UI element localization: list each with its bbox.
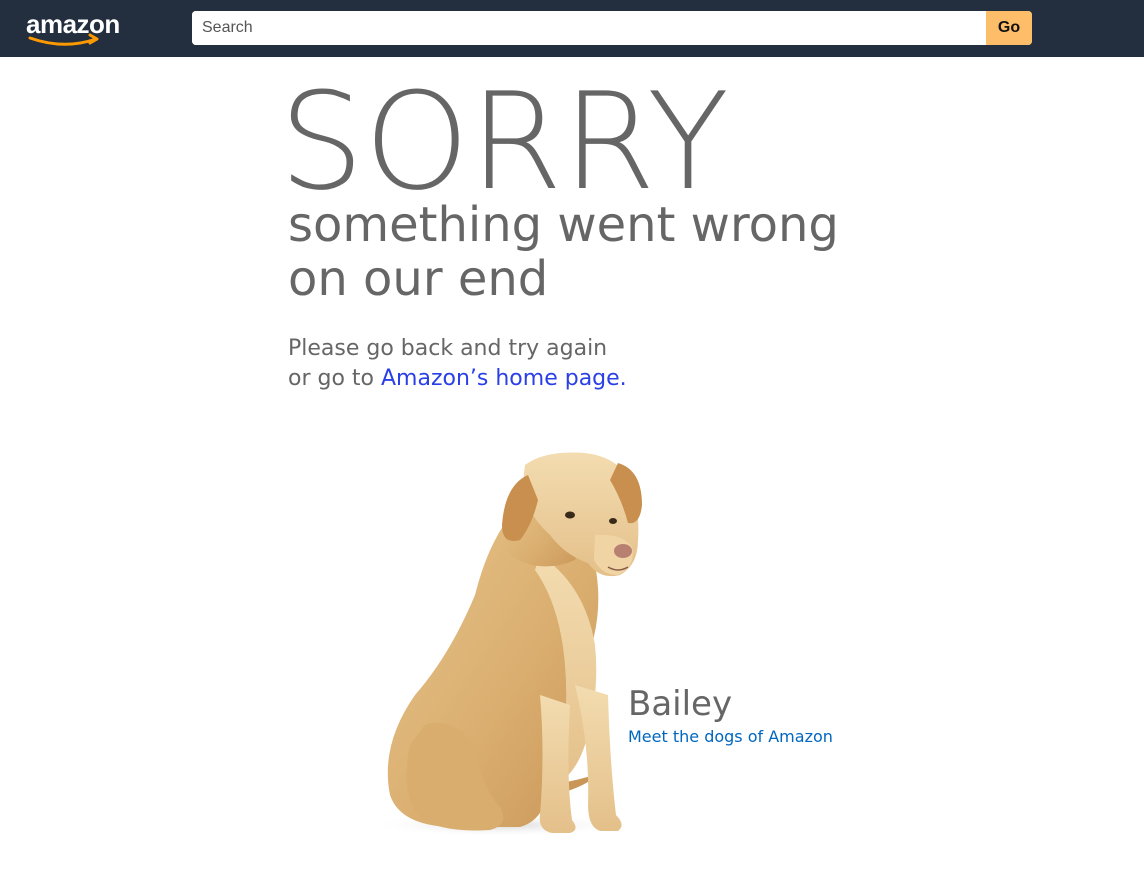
search-input[interactable]	[192, 11, 986, 45]
smile-arrow-icon	[28, 33, 99, 46]
dog-name: Bailey	[628, 684, 733, 724]
error-message: Please go back and try again or go to Am…	[288, 334, 627, 394]
go-button[interactable]: Go	[986, 11, 1032, 45]
subtitle-line-1: something went wrong	[288, 197, 839, 253]
subtitle-line-2: on our end	[288, 251, 549, 307]
message-line-2: or go to Amazon’s home page.	[288, 364, 627, 394]
meet-the-dogs-link[interactable]: Meet the dogs of Amazon	[628, 726, 833, 748]
sorry-headline: SORRY	[279, 64, 730, 220]
search-bar: Go	[192, 11, 1032, 45]
home-page-link[interactable]: Amazon’s home page.	[381, 366, 627, 391]
message-line-1: Please go back and try again	[288, 336, 608, 361]
amazon-logo[interactable]: amazon	[26, 8, 126, 48]
error-subtitle: something went wrong on our end	[288, 198, 839, 306]
dog-illustration	[370, 452, 642, 837]
message-line-2-prefix: or go to	[288, 366, 381, 391]
top-nav-bar: amazon Go	[0, 0, 1144, 57]
